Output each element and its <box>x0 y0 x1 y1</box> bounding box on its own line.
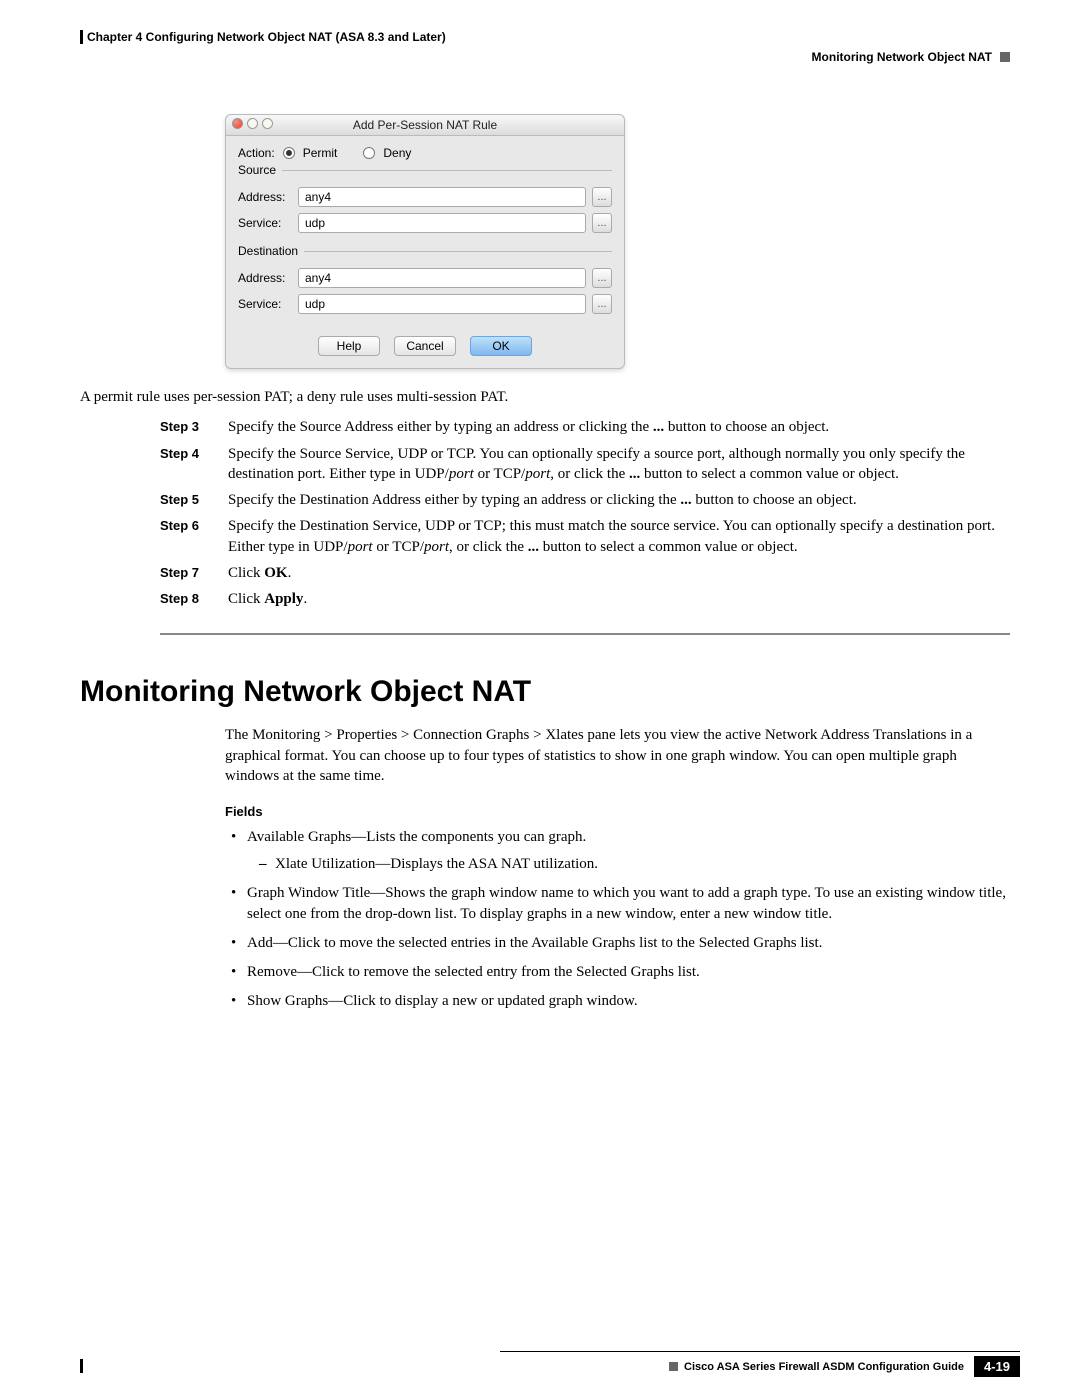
sub-list: Xlate Utilization—Displays the ASA NAT u… <box>247 854 1010 875</box>
section-marker-icon <box>1000 52 1010 62</box>
steps-list: Step 3 Specify the Source Address either… <box>160 417 1010 609</box>
deny-label: Deny <box>383 146 411 160</box>
source-address-picker[interactable]: ... <box>592 187 612 207</box>
list-item: Xlate Utilization—Displays the ASA NAT u… <box>247 854 1010 875</box>
help-button[interactable]: Help <box>318 336 380 356</box>
fields-list: Available Graphs—Lists the components yo… <box>225 827 1010 1012</box>
fields-heading: Fields <box>225 804 1010 819</box>
destination-fieldset: Destination Address: ... Service: ... <box>238 251 612 326</box>
destination-address-input[interactable] <box>298 268 586 288</box>
destination-service-row: Service: ... <box>238 294 612 314</box>
step-3: Step 3 Specify the Source Address either… <box>160 417 1010 437</box>
step-body: Specify the Destination Service, UDP or … <box>228 516 1010 557</box>
source-address-row: Address: ... <box>238 187 612 207</box>
step-body: Specify the Source Service, UDP or TCP. … <box>228 444 1010 485</box>
nat-rule-dialog: Add Per-Session NAT Rule Action: Permit … <box>225 114 625 369</box>
dialog-body: Action: Permit Deny Source Address: ... … <box>226 136 624 368</box>
footer-tick-icon <box>80 1359 83 1373</box>
source-fieldset: Source Address: ... Service: ... <box>238 170 612 245</box>
step-6: Step 6 Specify the Destination Service, … <box>160 516 1010 557</box>
source-service-row: Service: ... <box>238 213 612 233</box>
list-item: Available Graphs—Lists the components yo… <box>225 827 1010 875</box>
step-body: Specify the Destination Address either b… <box>228 490 1010 510</box>
source-address-label: Address: <box>238 190 292 204</box>
step-body: Specify the Source Address either by typ… <box>228 417 1010 437</box>
destination-legend: Destination <box>238 244 304 258</box>
source-service-input[interactable] <box>298 213 586 233</box>
list-item: Add—Click to move the selected entries i… <box>225 933 1010 954</box>
destination-service-picker[interactable]: ... <box>592 294 612 314</box>
destination-address-picker[interactable]: ... <box>592 268 612 288</box>
intro-paragraph: The Monitoring > Properties > Connection… <box>225 725 1010 786</box>
step-8: Step 8 Click Apply. <box>160 589 1010 609</box>
page-footer: Cisco ASA Series Firewall ASDM Configura… <box>80 1351 1020 1377</box>
list-item: Graph Window Title—Shows the graph windo… <box>225 883 1010 925</box>
step-label: Step 4 <box>160 444 210 485</box>
lead-paragraph: A permit rule uses per-session PAT; a de… <box>80 387 1010 407</box>
step-label: Step 6 <box>160 516 210 557</box>
dialog-titlebar: Add Per-Session NAT Rule <box>226 115 624 136</box>
guide-title: Cisco ASA Series Firewall ASDM Configura… <box>80 1361 974 1373</box>
source-service-picker[interactable]: ... <box>592 213 612 233</box>
cancel-button[interactable]: Cancel <box>394 336 456 356</box>
window-controls <box>232 118 273 129</box>
list-item: Remove—Click to remove the selected entr… <box>225 962 1010 983</box>
permit-label: Permit <box>303 146 338 160</box>
footer-row: Cisco ASA Series Firewall ASDM Configura… <box>80 1356 1020 1377</box>
step-body: Click Apply. <box>228 589 1010 609</box>
zoom-icon[interactable] <box>262 118 273 129</box>
step-label: Step 7 <box>160 563 210 583</box>
step-4: Step 4 Specify the Source Service, UDP o… <box>160 444 1010 485</box>
page-number-badge: 4-19 <box>974 1356 1020 1377</box>
section-divider <box>160 633 1010 635</box>
source-legend: Source <box>238 163 282 177</box>
minimize-icon[interactable] <box>247 118 258 129</box>
step-label: Step 5 <box>160 490 210 510</box>
section-line: Monitoring Network Object NAT <box>80 50 1010 64</box>
action-row: Action: Permit Deny <box>238 146 612 160</box>
destination-service-input[interactable] <box>298 294 586 314</box>
page-header: Chapter 4 Configuring Network Object NAT… <box>80 30 1010 64</box>
close-icon[interactable] <box>232 118 243 129</box>
section-text: Monitoring Network Object NAT <box>812 50 992 64</box>
step-label: Step 8 <box>160 589 210 609</box>
dialog-title-text: Add Per-Session NAT Rule <box>353 118 497 132</box>
section-title: Monitoring Network Object NAT <box>80 675 1010 709</box>
dialog-buttons: Help Cancel OK <box>238 336 612 356</box>
step-body: Click OK. <box>228 563 1010 583</box>
ok-button[interactable]: OK <box>470 336 532 356</box>
page: Chapter 4 Configuring Network Object NAT… <box>0 0 1080 1397</box>
step-5: Step 5 Specify the Destination Address e… <box>160 490 1010 510</box>
destination-address-row: Address: ... <box>238 268 612 288</box>
action-label: Action: <box>238 146 275 160</box>
footer-rule <box>500 1351 1020 1352</box>
chapter-text: Chapter 4 Configuring Network Object NAT… <box>87 30 446 44</box>
destination-address-label: Address: <box>238 271 292 285</box>
permit-radio[interactable] <box>283 147 295 159</box>
step-label: Step 3 <box>160 417 210 437</box>
chapter-line: Chapter 4 Configuring Network Object NAT… <box>80 30 1010 44</box>
source-service-label: Service: <box>238 216 292 230</box>
section-content: The Monitoring > Properties > Connection… <box>225 725 1010 1012</box>
source-address-input[interactable] <box>298 187 586 207</box>
step-7: Step 7 Click OK. <box>160 563 1010 583</box>
footer-marker-icon <box>669 1362 678 1371</box>
destination-service-label: Service: <box>238 297 292 311</box>
list-item: Show Graphs—Click to display a new or up… <box>225 991 1010 1012</box>
deny-radio[interactable] <box>363 147 375 159</box>
